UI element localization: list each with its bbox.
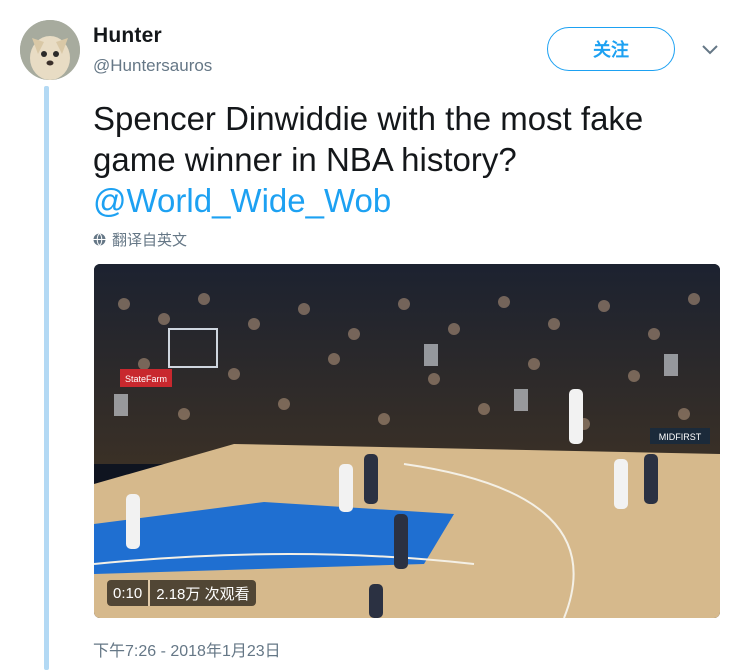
court-sign-midfirst: MIDFIRST [659,432,702,442]
video-player[interactable]: StateFarm MIDFIRST [94,264,720,618]
author-handle[interactable]: @Huntersauros [93,56,212,76]
video-duration: 0:10 [107,580,149,606]
court-sign-statefarm: StateFarm [125,374,167,384]
video-badge: 0:10 2.18万 次观看 [107,580,256,606]
author-name[interactable]: Hunter [93,24,162,48]
globe-icon [93,233,106,246]
tweet-timestamp[interactable]: 下午7:26 - 2018年1月23日 [93,637,281,661]
tweet-text: Spencer Dinwiddie with the most fake gam… [93,98,713,221]
translate-label: 翻译自英文 [112,232,188,249]
tweet-text-line: Spencer Dinwiddie with the most fake [93,100,644,137]
dog-avatar-icon [20,20,80,80]
mention-link[interactable]: @World_Wide_Wob [93,180,713,221]
avatar[interactable] [20,20,80,80]
follow-button[interactable]: 关注 [547,27,675,71]
thread-line [44,86,49,670]
video-frame: StateFarm MIDFIRST [94,264,720,618]
chevron-down-icon[interactable] [700,42,720,58]
video-view-count: 2.18万 次观看 [150,580,256,606]
tweet-text-line: game winner in NBA history? [93,141,517,178]
translate-link[interactable]: 翻译自英文 [93,229,187,250]
